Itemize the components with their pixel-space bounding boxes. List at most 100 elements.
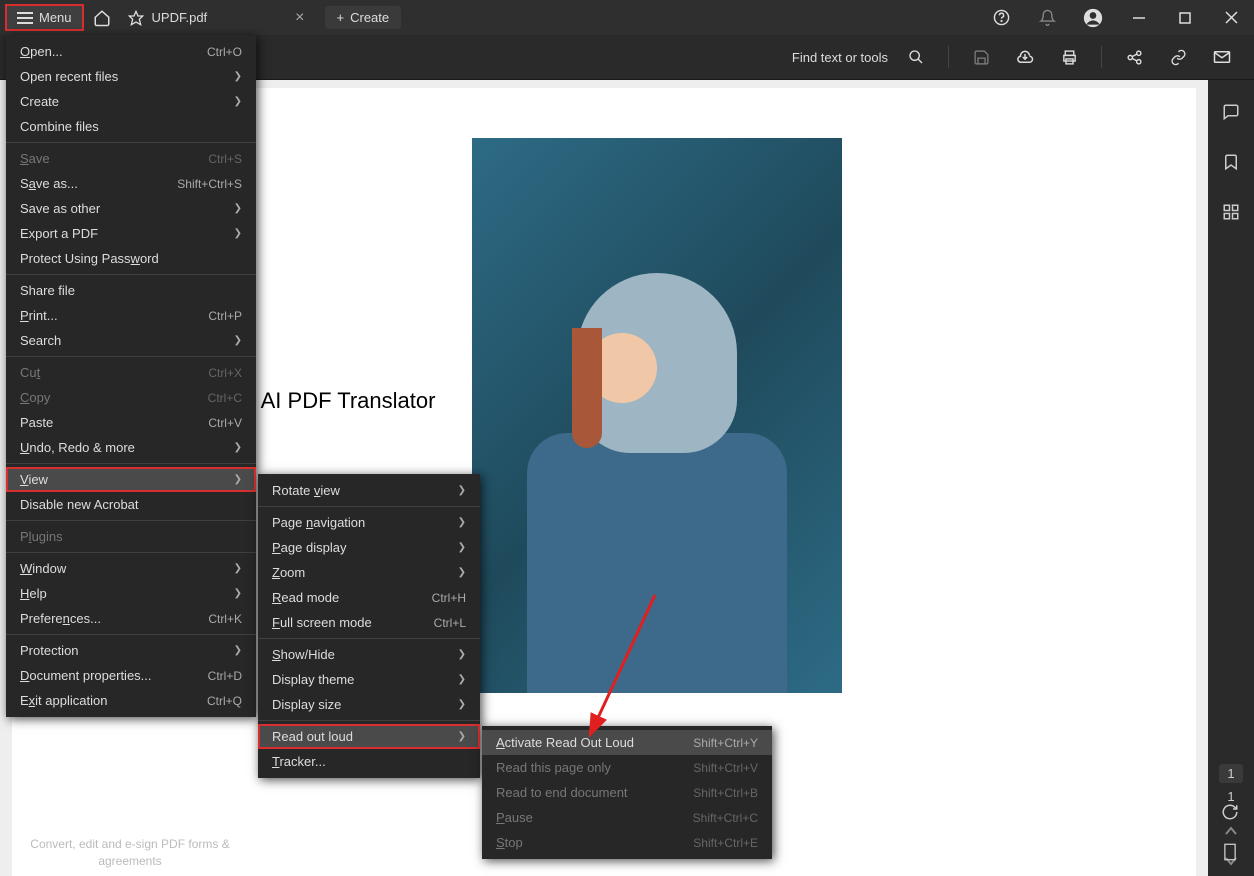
main-menu-item[interactable]: Create❯ xyxy=(6,89,256,114)
submenu-arrow-icon: ❯ xyxy=(458,649,466,660)
toolbar-divider xyxy=(1101,46,1102,68)
view-menu-item[interactable]: Read modeCtrl+H xyxy=(258,585,480,610)
bottom-promo-text: Convert, edit and e-sign PDF forms & agr… xyxy=(20,836,240,870)
read-menu-item: Read this page onlyShift+Ctrl+V xyxy=(482,755,772,780)
main-menu-item[interactable]: Window❯ xyxy=(6,556,256,581)
main-menu-item: CutCtrl+X xyxy=(6,360,256,385)
submenu-arrow-icon: ❯ xyxy=(458,542,466,553)
main-menu-item[interactable]: Save as other❯ xyxy=(6,196,256,221)
main-menu-item[interactable]: Undo, Redo & more❯ xyxy=(6,435,256,460)
minimize-icon[interactable] xyxy=(1116,2,1162,34)
view-menu-shortcut: Ctrl+H xyxy=(432,591,466,605)
view-menu-item[interactable]: Show/Hide ❯ xyxy=(258,642,480,667)
mail-icon[interactable] xyxy=(1206,41,1238,73)
main-menu-item[interactable]: Search❯ xyxy=(6,328,256,353)
view-menu-item[interactable]: Page display❯ xyxy=(258,535,480,560)
submenu-arrow-icon: ❯ xyxy=(234,96,242,107)
bookmark-panel-icon[interactable] xyxy=(1213,146,1249,178)
submenu-arrow-icon: ❯ xyxy=(458,517,466,528)
document-tab[interactable]: UPDF.pdf × xyxy=(118,0,315,35)
help-icon[interactable] xyxy=(978,2,1024,34)
read-menu-label: Activate Read Out Loud xyxy=(496,735,634,750)
main-menu-shortcut: Ctrl+O xyxy=(207,45,242,59)
main-menu-item[interactable]: Disable new Acrobat xyxy=(6,492,256,517)
view-menu-label: Read out loud xyxy=(272,729,353,744)
main-menu: Open...Ctrl+OOpen recent files❯Create❯Co… xyxy=(6,35,256,717)
main-menu-item[interactable]: Combine files xyxy=(6,114,256,139)
main-menu-item[interactable]: Protect Using Password xyxy=(6,246,256,271)
read-out-loud-submenu: Activate Read Out LoudShift+Ctrl+YRead t… xyxy=(482,726,772,859)
thumbnails-panel-icon[interactable] xyxy=(1213,196,1249,228)
main-menu-label: Search xyxy=(20,333,61,348)
main-menu-item: SaveCtrl+S xyxy=(6,146,256,171)
read-menu-item[interactable]: Activate Read Out LoudShift+Ctrl+Y xyxy=(482,730,772,755)
view-menu-label: Show/Hide xyxy=(272,647,335,662)
star-icon xyxy=(128,10,144,26)
menu-button[interactable]: Menu xyxy=(5,4,84,31)
view-menu-item[interactable]: Read out loud❯ xyxy=(258,724,480,749)
main-menu-item[interactable]: PasteCtrl+V xyxy=(6,410,256,435)
main-menu-item[interactable]: Document properties...Ctrl+D xyxy=(6,663,256,688)
view-menu-item[interactable]: Full screen modeCtrl+L xyxy=(258,610,480,635)
view-menu-item[interactable]: Rotate view❯ xyxy=(258,478,480,503)
save-icon[interactable] xyxy=(965,41,997,73)
main-menu-label: Plugins xyxy=(20,529,63,544)
read-menu-item: PauseShift+Ctrl+C xyxy=(482,805,772,830)
tab-title: UPDF.pdf xyxy=(152,10,208,25)
main-menu-item[interactable]: Open recent files❯ xyxy=(6,64,256,89)
main-menu-label: Preferences... xyxy=(20,611,101,626)
main-menu-item[interactable]: Share file xyxy=(6,278,256,303)
main-menu-item[interactable]: Print... Ctrl+P xyxy=(6,303,256,328)
page-mode-icon[interactable] xyxy=(1214,836,1246,868)
search-icon[interactable] xyxy=(900,41,932,73)
read-menu-label: Read this page only xyxy=(496,760,611,775)
main-menu-shortcut: Ctrl+C xyxy=(208,391,242,405)
main-menu-item[interactable]: Exit applicationCtrl+Q xyxy=(6,688,256,713)
main-menu-item[interactable]: View ❯ xyxy=(6,467,256,492)
view-menu-item[interactable]: Page navigation❯ xyxy=(258,510,480,535)
tab-close-icon[interactable]: × xyxy=(295,9,304,27)
bell-icon[interactable] xyxy=(1024,2,1070,34)
main-menu-label: Protection xyxy=(20,643,79,658)
search-text[interactable]: Find text or tools xyxy=(792,50,888,65)
create-button[interactable]: + Create xyxy=(325,6,402,29)
create-label: Create xyxy=(350,10,389,25)
main-menu-label: Print... xyxy=(20,308,58,323)
refresh-icon[interactable] xyxy=(1214,796,1246,828)
chat-panel-icon[interactable] xyxy=(1213,96,1249,128)
main-menu-item[interactable]: Preferences...Ctrl+K xyxy=(6,606,256,631)
submenu-arrow-icon: ❯ xyxy=(458,567,466,578)
print-icon[interactable] xyxy=(1053,41,1085,73)
view-menu-label: Display size xyxy=(272,697,341,712)
main-menu-shortcut: Ctrl+P xyxy=(208,309,242,323)
home-icon[interactable] xyxy=(86,2,118,34)
main-menu-item[interactable]: Open...Ctrl+O xyxy=(6,39,256,64)
main-menu-label: Save as other xyxy=(20,201,100,216)
close-window-icon[interactable] xyxy=(1208,2,1254,34)
view-menu-item[interactable]: Zoom❯ xyxy=(258,560,480,585)
main-menu-item[interactable]: Export a PDF❯ xyxy=(6,221,256,246)
view-submenu: Rotate view❯Page navigation❯Page display… xyxy=(258,474,480,778)
view-menu-label: Rotate view xyxy=(272,483,340,498)
main-menu-item[interactable]: Save as...Shift+Ctrl+S xyxy=(6,171,256,196)
submenu-arrow-icon: ❯ xyxy=(234,474,242,485)
view-menu-item[interactable]: Display size❯ xyxy=(258,692,480,717)
read-menu-label: Read to end document xyxy=(496,785,628,800)
main-menu-label: Cut xyxy=(20,365,40,380)
main-menu-label: Help xyxy=(20,586,47,601)
view-menu-item[interactable]: Tracker... xyxy=(258,749,480,774)
main-menu-item[interactable]: Help❯ xyxy=(6,581,256,606)
view-menu-item[interactable]: Display theme❯ xyxy=(258,667,480,692)
cloud-icon[interactable] xyxy=(1009,41,1041,73)
window-controls xyxy=(978,2,1254,34)
read-menu-item: Read to end documentShift+Ctrl+B xyxy=(482,780,772,805)
account-icon[interactable] xyxy=(1070,2,1116,34)
maximize-icon[interactable] xyxy=(1162,2,1208,34)
main-menu-label: View xyxy=(20,472,48,487)
main-menu-item[interactable]: Protection❯ xyxy=(6,638,256,663)
read-menu-item: StopShift+Ctrl+E xyxy=(482,830,772,855)
main-menu-label: Document properties... xyxy=(20,668,152,683)
page-current[interactable]: 1 xyxy=(1219,764,1242,783)
link-icon[interactable] xyxy=(1162,41,1194,73)
share-icon[interactable] xyxy=(1118,41,1150,73)
